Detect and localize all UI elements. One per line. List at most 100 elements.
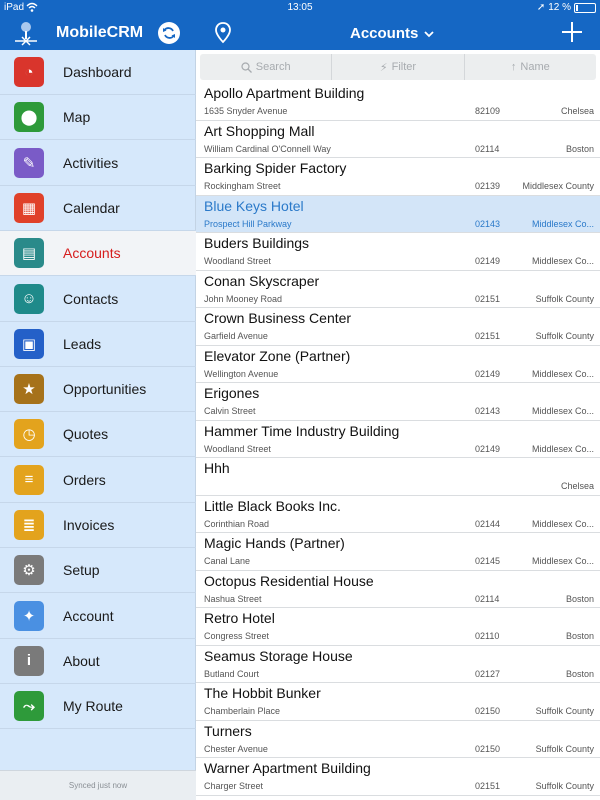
- account-row[interactable]: Buders Buildings Woodland Street 02149 Midd…: [196, 233, 600, 271]
- account-city: Boston: [565, 668, 594, 679]
- sync-button[interactable]: [158, 22, 180, 44]
- account-street: Rockingham Street: [204, 181, 281, 191]
- add-icon[interactable]: [560, 20, 584, 44]
- account-zip: 02114: [475, 593, 500, 604]
- sidebar-item-label: Calendar: [63, 199, 120, 216]
- account-name: Magic Hands (Partner): [204, 535, 345, 551]
- account-name: Retro Hotel: [204, 610, 275, 626]
- account-city: Middlesex Co...: [531, 556, 594, 566]
- opportunities-icon: ★: [14, 374, 44, 405]
- sidebar-item-map[interactable]: ⬤ Map: [0, 95, 196, 141]
- invoices-icon: ≣: [14, 510, 44, 540]
- sidebar-item-label: Map: [63, 109, 91, 126]
- account-name: Warner Apartment Building: [204, 760, 371, 776]
- account-street: Chester Avenue: [204, 743, 268, 754]
- status-bar: iPad 13:05 ➚ 12 %: [0, 0, 600, 16]
- account-street: William Cardinal O'Connell Way: [204, 143, 331, 154]
- account-name: Conan Skyscraper: [204, 272, 320, 289]
- sidebar-item-activities[interactable]: ✎ Activities: [0, 141, 196, 186]
- sort-label: Name: [520, 61, 550, 73]
- account-row[interactable]: Hammer Time Industry Building Woodland St…: [196, 421, 600, 458]
- sidebar-item-dashboard[interactable]: ◔ Dashboard: [0, 50, 196, 95]
- section-title-dropdown[interactable]: Accounts: [350, 25, 434, 42]
- list-toolbar: Search ⚡ Filter ↑ Name: [200, 54, 596, 80]
- account-zip: 02149: [475, 368, 501, 379]
- account-city: Middlesex Co...: [531, 443, 594, 454]
- sidebar-item-label: My Route: [63, 698, 123, 715]
- account-zip: 02139: [475, 181, 501, 191]
- sidebar-item-accounts[interactable]: ▤ Accounts: [0, 231, 196, 277]
- account-name: Apollo Apartment Building: [204, 85, 365, 101]
- search-label: Search: [255, 61, 291, 73]
- sidebar-item-label: About: [63, 652, 100, 669]
- sidebar: ◔ Dashboard ⬤ Map ✎ Activities ▦ Calendar ▤ Accou…: [0, 50, 196, 800]
- account-street: Garfield Avenue: [204, 331, 268, 341]
- sidebar-item-contacts[interactable]: ☺ Contacts: [0, 277, 196, 322]
- account-row[interactable]: Art Shopping Mall William Cardinal O'Conn…: [196, 121, 600, 158]
- account-street: Chamberlain Place: [204, 706, 281, 716]
- sidebar-item-quotes[interactable]: ◷ Quotes: [0, 412, 196, 458]
- account-row[interactable]: Blue Keys Hotel Prospect Hill Parkway 0214…: [196, 195, 600, 233]
- account-street: Woodland Street: [204, 256, 271, 266]
- account-zip: 02145: [475, 556, 501, 566]
- app-title: MobileCRM: [56, 24, 144, 41]
- orders-icon: ≡: [14, 464, 44, 495]
- account-zip: 02110: [475, 631, 500, 641]
- account-name: The Hobbit Bunker: [204, 685, 321, 701]
- gear-icon: ⚙: [14, 555, 44, 586]
- account-row[interactable]: Erigones Calvin Street 02143 Middlesex Co..…: [196, 383, 600, 421]
- map-pin-button-icon[interactable]: [214, 22, 232, 44]
- account-zip: 82109: [475, 106, 501, 116]
- sync-status: Synced just now: [0, 770, 196, 800]
- sidebar-item-label: Leads: [63, 335, 102, 352]
- account-name: Crown Business Center: [204, 310, 352, 326]
- sidebar-item-about[interactable]: i About: [0, 639, 196, 684]
- account-name: Octopus Residential House: [204, 572, 374, 589]
- account-row[interactable]: Warner Apartment Building Charger Street 0…: [196, 758, 600, 796]
- account-row[interactable]: Octopus Residential House Nashua Street 02…: [196, 571, 600, 608]
- nav-bar: MobileCRM Accounts: [0, 16, 600, 50]
- sidebar-item-leads[interactable]: ▣ Leads: [0, 322, 196, 367]
- account-city: Suffolk County: [535, 781, 594, 791]
- account-row[interactable]: Seamus Storage House Butland Court 02127 Bo…: [196, 646, 600, 683]
- search-button[interactable]: Search: [200, 54, 333, 80]
- account-row[interactable]: Barking Spider Factory Rockingham Street 0…: [196, 158, 600, 196]
- account-row[interactable]: Turners Chester Avenue 02150 Suffolk County: [196, 721, 600, 758]
- sidebar-item-label: Dashboard: [63, 64, 132, 80]
- search-icon: [241, 61, 252, 73]
- filter-button[interactable]: ⚡ Filter: [332, 54, 465, 80]
- account-street: Butland Court: [204, 668, 260, 679]
- app-logo-icon[interactable]: [12, 19, 40, 47]
- account-zip: 02150: [475, 743, 501, 754]
- account-row[interactable]: Elevator Zone (Partner) Wellington Avenue…: [196, 346, 600, 383]
- account-row[interactable]: Magic Hands (Partner) Canal Lane 02145 Midd…: [196, 533, 600, 571]
- section-title: Accounts: [350, 25, 419, 42]
- sidebar-item-account[interactable]: ✦ Account: [0, 594, 196, 639]
- sidebar-item-my-route[interactable]: ⤳ My Route: [0, 684, 196, 730]
- account-row[interactable]: Little Black Books Inc. Corinthian Road 02…: [196, 496, 600, 533]
- chevron-down-icon: [424, 30, 434, 37]
- sidebar-item-setup[interactable]: ⚙ Setup: [0, 548, 196, 594]
- account-row[interactable]: Hhh Chelsea: [196, 458, 600, 496]
- account-name: Elevator Zone (Partner): [204, 347, 351, 364]
- sidebar-item-calendar[interactable]: ▦ Calendar: [0, 186, 196, 231]
- location-arrow-icon: ➚: [536, 2, 546, 13]
- sort-button[interactable]: ↑ Name: [465, 54, 596, 80]
- sidebar-item-invoices[interactable]: ≣ Invoices: [0, 503, 196, 548]
- account-row[interactable]: Retro Hotel Congress Street 02110 Boston: [196, 608, 600, 646]
- account-zip: 02149: [475, 443, 501, 454]
- sidebar-item-orders[interactable]: ≡ Orders: [0, 458, 196, 503]
- sidebar-item-opportunities[interactable]: ★ Opportunities: [0, 367, 196, 413]
- account-row[interactable]: Apollo Apartment Building 1635 Snyder Ave…: [196, 83, 600, 121]
- account-city: Suffolk County: [535, 706, 594, 716]
- account-street: Corinthian Road: [204, 518, 270, 529]
- account-name: Blue Keys Hotel: [204, 197, 304, 214]
- account-name: Hammer Time Industry Building: [204, 422, 400, 439]
- account-city: Chelsea: [560, 481, 594, 491]
- account-name: Little Black Books Inc.: [204, 497, 341, 514]
- account-street: Wellington Avenue: [204, 368, 279, 379]
- battery-icon: [574, 2, 596, 13]
- account-row[interactable]: The Hobbit Bunker Chamberlain Place 02150 S…: [196, 683, 600, 721]
- account-row[interactable]: Crown Business Center Garfield Avenue 0215…: [196, 308, 600, 346]
- account-row[interactable]: Conan Skyscraper John Mooney Road 02151 Suf…: [196, 271, 600, 308]
